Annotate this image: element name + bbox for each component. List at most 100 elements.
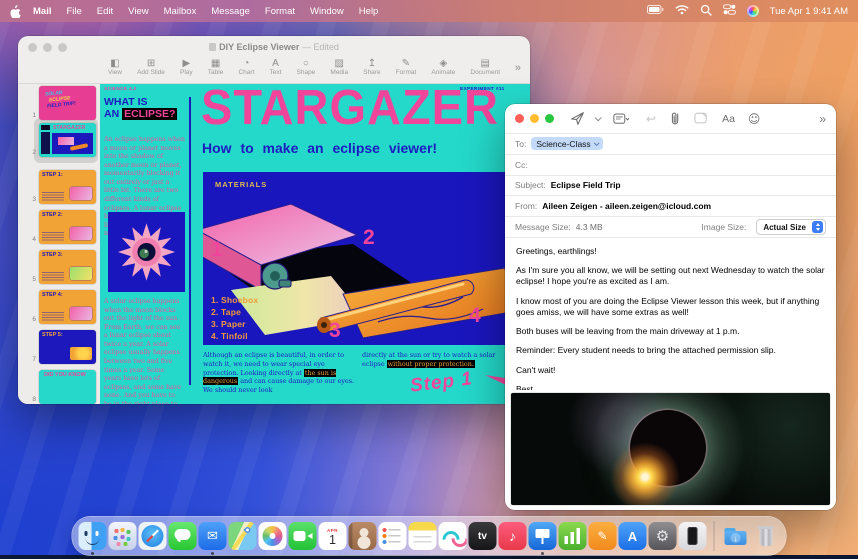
photo-icon	[694, 112, 708, 125]
chart-button[interactable]: ◔Chart	[238, 58, 254, 76]
slide-thumbnail-7[interactable]: STEP 5:	[39, 330, 96, 364]
to-field[interactable]: To: Science-Class	[505, 134, 836, 155]
dock-tv[interactable]: tv	[469, 522, 497, 550]
dock-numbers[interactable]	[559, 522, 587, 550]
menu-item-edit[interactable]: Edit	[97, 6, 113, 17]
toolbar-overflow-button[interactable]: »	[515, 62, 521, 74]
wifi-icon[interactable]	[675, 4, 689, 18]
slide-canvas[interactable]: SCIENCE 4.2 EXPERIMENT #11 WHAT IS AN EC…	[100, 84, 530, 404]
battery-icon[interactable]	[647, 5, 664, 17]
view-button[interactable]: ◧View	[108, 58, 122, 76]
dock-safari[interactable]	[139, 522, 167, 550]
view-icon: ◧	[110, 58, 119, 69]
attach-button[interactable]	[670, 111, 681, 126]
slide-thumbnail-8[interactable]: DID YOU KNOW	[39, 370, 96, 404]
cc-field[interactable]: Cc:	[505, 155, 836, 176]
photos-icon	[259, 522, 287, 550]
menu-item-window[interactable]: Window	[310, 6, 344, 17]
dock-freeform[interactable]	[439, 522, 467, 550]
body-paragraph: Can't wait!	[516, 365, 825, 376]
materials-panel: 1 2 3 4 MATERIALS 1. Shoebox 2. Tape 3. …	[203, 172, 512, 345]
from-field[interactable]: From: Aileen Zeigen - aileen.zeigen@iclo…	[505, 196, 836, 217]
slide-thumbnail-3[interactable]: STEP 1:	[39, 170, 96, 204]
dock-photos[interactable]	[259, 522, 287, 550]
insert-photo-button[interactable]	[694, 112, 708, 125]
dock-finder[interactable]	[79, 522, 107, 550]
undo-button[interactable]: ↩	[646, 112, 656, 126]
mail-toolbar-overflow-button[interactable]: »	[819, 112, 826, 126]
menu-item-mailbox[interactable]: Mailbox	[164, 6, 197, 17]
menu-item-help[interactable]: Help	[359, 6, 379, 17]
document-button[interactable]: ▤Document	[470, 58, 500, 76]
animate-icon: ◈	[439, 58, 447, 69]
eclipse-paragraph-2: A solar eclipse happens when the moon bl…	[104, 298, 182, 404]
add-slide-button[interactable]: ⊞Add Slide	[137, 58, 165, 76]
dock-divider	[714, 521, 715, 551]
emoji-button[interactable]: ☺	[748, 112, 761, 126]
dock-contacts[interactable]	[349, 522, 377, 550]
thumb-illustration	[70, 267, 92, 280]
shape-button[interactable]: ○Shape	[297, 58, 316, 76]
dock-settings[interactable]: ⚙	[649, 522, 677, 550]
dock-reminders[interactable]	[379, 522, 407, 550]
running-indicator	[211, 552, 214, 555]
media-icon: ▨	[335, 58, 344, 69]
dock-appstore[interactable]: A	[619, 522, 647, 550]
thumb-decoration	[41, 132, 50, 154]
slide-thumbnail-6[interactable]: STEP 4:	[39, 290, 96, 324]
materials-heading: MATERIALS	[215, 180, 267, 189]
control-center-icon[interactable]	[723, 4, 736, 18]
animate-button[interactable]: ◈Animate	[431, 58, 455, 76]
dock-facetime[interactable]	[289, 522, 317, 550]
menu-item-view[interactable]: View	[128, 6, 148, 17]
send-button[interactable]	[570, 111, 585, 126]
menu-bar-clock[interactable]: Tue Apr 1 9:41 AM	[770, 6, 848, 17]
edited-badge: — Edited	[302, 42, 339, 52]
share-button[interactable]: ↥Share	[363, 58, 380, 76]
dock-pages[interactable]: ✎	[589, 522, 617, 550]
slide-thumbnail-5[interactable]: STEP 3:	[39, 250, 96, 284]
menu-item-file[interactable]: File	[66, 6, 81, 17]
paperclip-icon	[670, 111, 681, 126]
menu-item-mail[interactable]: Mail	[33, 6, 51, 17]
dock-maps[interactable]	[229, 522, 257, 550]
dock-calendar[interactable]: APR1	[319, 522, 347, 550]
dock-messages[interactable]	[169, 522, 197, 550]
zoom-button[interactable]	[545, 114, 554, 123]
apple-logo	[10, 5, 21, 18]
thumb-illustration	[70, 187, 92, 200]
format-text-button[interactable]: Aa	[722, 113, 735, 125]
dock-trash[interactable]	[752, 522, 780, 550]
color-profile-icon[interactable]	[747, 5, 759, 17]
dock-music[interactable]: ♪	[499, 522, 527, 550]
minimize-button[interactable]	[530, 114, 539, 123]
subject-field[interactable]: Subject: Eclipse Field Trip	[505, 176, 836, 197]
dock-mail[interactable]: ✉	[199, 522, 227, 550]
menu-item-format[interactable]: Format	[265, 6, 295, 17]
image-size-select[interactable]: Actual Size	[756, 219, 826, 235]
close-button[interactable]	[515, 114, 524, 123]
search-icon[interactable]	[700, 4, 712, 19]
format-button[interactable]: ✎Format	[396, 58, 417, 76]
slide-thumbnail-1[interactable]: SOLAR ECLIPSE FIELD TRIP!	[39, 86, 96, 120]
apple-menu[interactable]	[10, 5, 21, 18]
stepper-icon	[812, 221, 823, 233]
science-tag: SCIENCE 4.2	[104, 87, 137, 92]
text-button[interactable]: AText	[269, 58, 281, 76]
table-button[interactable]: ▦Table	[208, 58, 224, 76]
dock-iphone-mirroring[interactable]	[679, 522, 707, 550]
message-body[interactable]: Greetings, earthlings! As I'm sure you a…	[505, 238, 836, 390]
slide-thumbnail-2-selected[interactable]: STARGAZER	[39, 123, 96, 157]
dock: ✉ APR1 tv ♪ ✎ A ⚙ ↓	[72, 516, 787, 556]
dock-keynote[interactable]	[529, 522, 557, 550]
menu-item-message[interactable]: Message	[211, 6, 250, 17]
play-button[interactable]: ▶Play	[180, 58, 193, 76]
slide-thumbnail-4[interactable]: STEP 2:	[39, 210, 96, 244]
send-options-chevron[interactable]	[595, 114, 602, 121]
recipient-token[interactable]: Science-Class	[531, 137, 602, 150]
dock-downloads[interactable]: ↓	[722, 522, 750, 550]
dock-launchpad[interactable]	[109, 522, 137, 550]
dock-notes[interactable]	[409, 522, 437, 550]
header-fields-button[interactable]	[613, 113, 629, 125]
media-button[interactable]: ▨Media	[330, 58, 348, 76]
